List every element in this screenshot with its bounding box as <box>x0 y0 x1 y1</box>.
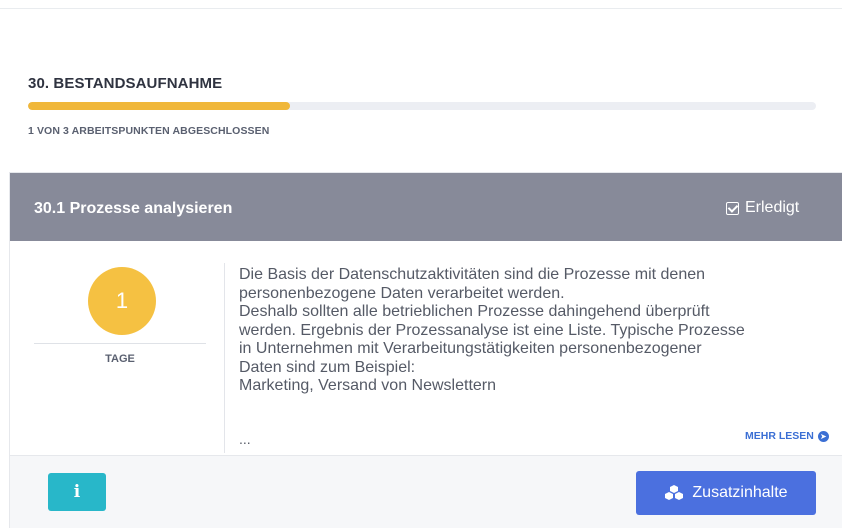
task-header: 30.1 Prozesse analysieren Erledigt <box>10 173 842 241</box>
read-more-link[interactable]: MEHR LESEN ➤ <box>745 430 829 442</box>
task-body: 1 TAGE Die Basis der Datenschutzaktivitä… <box>10 241 842 455</box>
cubes-icon <box>664 484 684 502</box>
days-badge: 1 <box>88 267 156 335</box>
additional-content-button[interactable]: Zusatzinhalte <box>636 471 816 515</box>
section-title: 30. BESTANDSAUFNAHME <box>28 75 223 92</box>
done-label: Erledigt <box>745 199 800 216</box>
additional-content-label[interactable]: Zusatzinhalte <box>692 484 787 502</box>
description-ellipsis: ... <box>239 431 251 447</box>
task-footer: i Zusatzinhalte <box>10 455 842 528</box>
task-card: 30.1 Prozesse analysieren Erledigt 1 TAG… <box>9 172 842 528</box>
read-more-label[interactable]: MEHR LESEN <box>745 430 814 442</box>
info-button[interactable]: i <box>48 473 106 511</box>
progress-fill <box>28 102 291 110</box>
top-divider <box>0 8 842 9</box>
task-title: 30.1 Prozesse analysieren <box>34 200 233 217</box>
days-divider <box>34 343 206 344</box>
checkbox-checked-icon[interactable] <box>726 201 739 215</box>
done-checkbox[interactable]: Erledigt <box>726 199 799 217</box>
body-divider <box>224 263 225 453</box>
days-label: TAGE <box>105 353 135 365</box>
arrow-circle-right-icon[interactable]: ➤ <box>817 430 829 442</box>
progress-caption: 1 VON 3 ARBEITSPUNKTEN ABGESCHLOSSEN <box>28 125 270 137</box>
section-progress-bar <box>28 102 816 110</box>
task-description: Die Basis der Datenschutzaktivitäten sin… <box>239 266 745 394</box>
